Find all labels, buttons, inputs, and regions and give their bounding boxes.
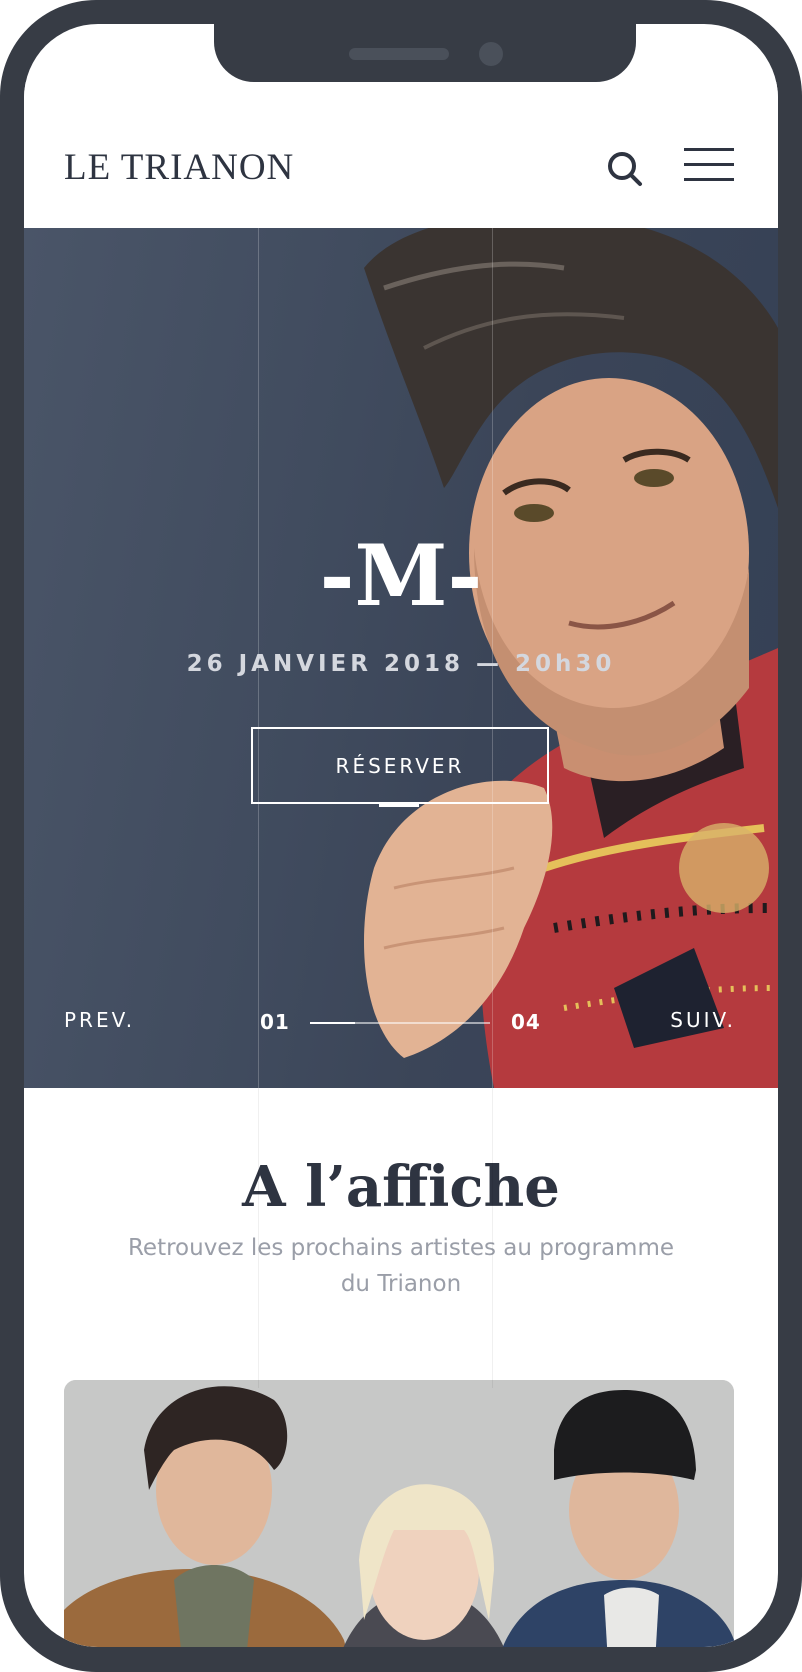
slide-progress-track bbox=[310, 1022, 490, 1024]
reserve-button-label: RÉSERVER bbox=[335, 753, 465, 778]
hamburger-menu-icon bbox=[684, 148, 734, 151]
section-title: A l’affiche bbox=[242, 1154, 560, 1220]
hero-title: -M- bbox=[319, 526, 483, 625]
menu-button[interactable] bbox=[684, 148, 734, 188]
next-button[interactable]: SUIV. bbox=[670, 1008, 736, 1032]
hamburger-line bbox=[684, 163, 734, 166]
hamburger-line bbox=[684, 178, 734, 181]
grid-line bbox=[492, 1088, 493, 1388]
notch bbox=[214, 24, 636, 82]
slide-current-index: 01 bbox=[260, 1010, 290, 1034]
site-header: LE TRIANON bbox=[24, 82, 778, 228]
prev-button[interactable]: PREV. bbox=[64, 1008, 135, 1032]
band-photo bbox=[64, 1380, 734, 1647]
search-icon bbox=[608, 152, 642, 186]
front-camera bbox=[479, 42, 503, 66]
hero-date: 26 JANVIER 2018 — 20h30 bbox=[186, 651, 616, 677]
hero-slider: -M- 26 JANVIER 2018 — 20h30 RÉSERVER PRE… bbox=[24, 228, 778, 1088]
reserve-button[interactable]: RÉSERVER bbox=[251, 727, 549, 804]
event-card[interactable] bbox=[64, 1380, 734, 1647]
search-button[interactable] bbox=[604, 148, 648, 192]
section-subtitle: Retrouvez les prochains artistes au prog… bbox=[127, 1235, 674, 1297]
slide-total-index: 04 bbox=[511, 1010, 541, 1034]
logo[interactable]: LE TRIANON bbox=[64, 146, 294, 189]
screen: LE TRIANON -M- 26 JANVIER 2018 — 20h30 R… bbox=[24, 24, 778, 1647]
slide-progress-fill bbox=[310, 1022, 355, 1024]
slider-navigation: PREV. 01 04 SUIV. bbox=[24, 1008, 778, 1048]
phone-frame: LE TRIANON -M- 26 JANVIER 2018 — 20h30 R… bbox=[0, 0, 802, 1672]
grid-line bbox=[258, 1088, 259, 1388]
speaker bbox=[349, 48, 449, 60]
reserve-underline bbox=[379, 802, 419, 807]
